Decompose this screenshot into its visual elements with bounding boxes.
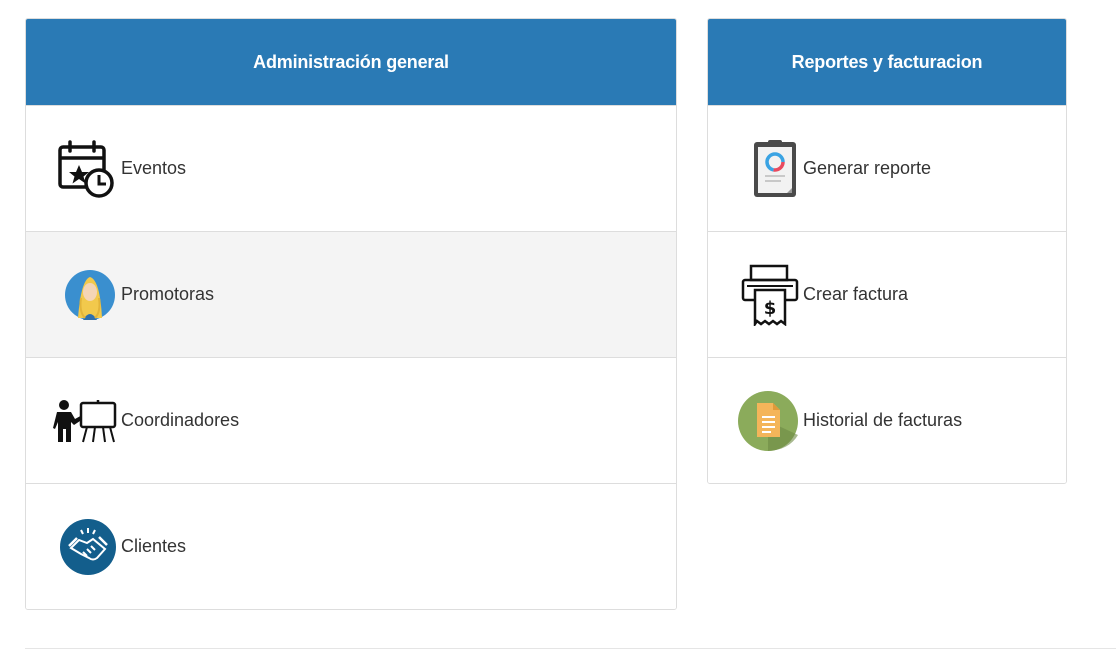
menu-item-promotoras[interactable]: Promotoras — [26, 231, 676, 357]
menu-item-generar-reporte[interactable]: Generar reporte — [708, 105, 1066, 231]
reports-panel-header: Reportes y facturacion — [708, 19, 1066, 105]
menu-label-coordinadores: Coordinadores — [121, 410, 240, 430]
footer-divider — [25, 648, 1116, 649]
invoice-printer-icon: $ — [708, 263, 803, 327]
promoter-avatar-icon — [26, 263, 121, 327]
menu-item-historial-facturas[interactable]: Historial de facturas — [708, 357, 1066, 483]
menu-label-historial-facturas: Historial de facturas — [803, 410, 963, 430]
calendar-clock-icon — [26, 137, 121, 201]
handshake-icon — [26, 515, 121, 579]
menu-item-eventos[interactable]: Eventos — [26, 105, 676, 231]
document-history-icon — [708, 389, 803, 453]
menu-label-crear-factura: Crear factura — [803, 284, 909, 304]
menu-label-generar-reporte: Generar reporte — [803, 158, 932, 178]
menu-item-crear-factura[interactable]: $ Crear factura — [708, 231, 1066, 357]
menu-item-coordinadores[interactable]: Coordinadores — [26, 357, 676, 483]
menu-label-clientes: Clientes — [121, 536, 187, 556]
menu-label-eventos: Eventos — [121, 158, 187, 178]
reports-panel-title: Reportes y facturacion — [791, 51, 983, 72]
admin-panel: Administración general Eventos Promotora… — [25, 18, 677, 610]
clipboard-report-icon — [708, 137, 803, 201]
admin-panel-title: Administración general — [253, 51, 449, 72]
svg-text:$: $ — [764, 298, 777, 319]
reports-panel: Reportes y facturacion Generar reporte $… — [707, 18, 1067, 484]
menu-item-clientes[interactable]: Clientes — [26, 483, 676, 609]
admin-panel-header: Administración general — [26, 19, 676, 105]
presenter-board-icon — [26, 389, 121, 453]
menu-label-promotoras: Promotoras — [121, 284, 215, 304]
